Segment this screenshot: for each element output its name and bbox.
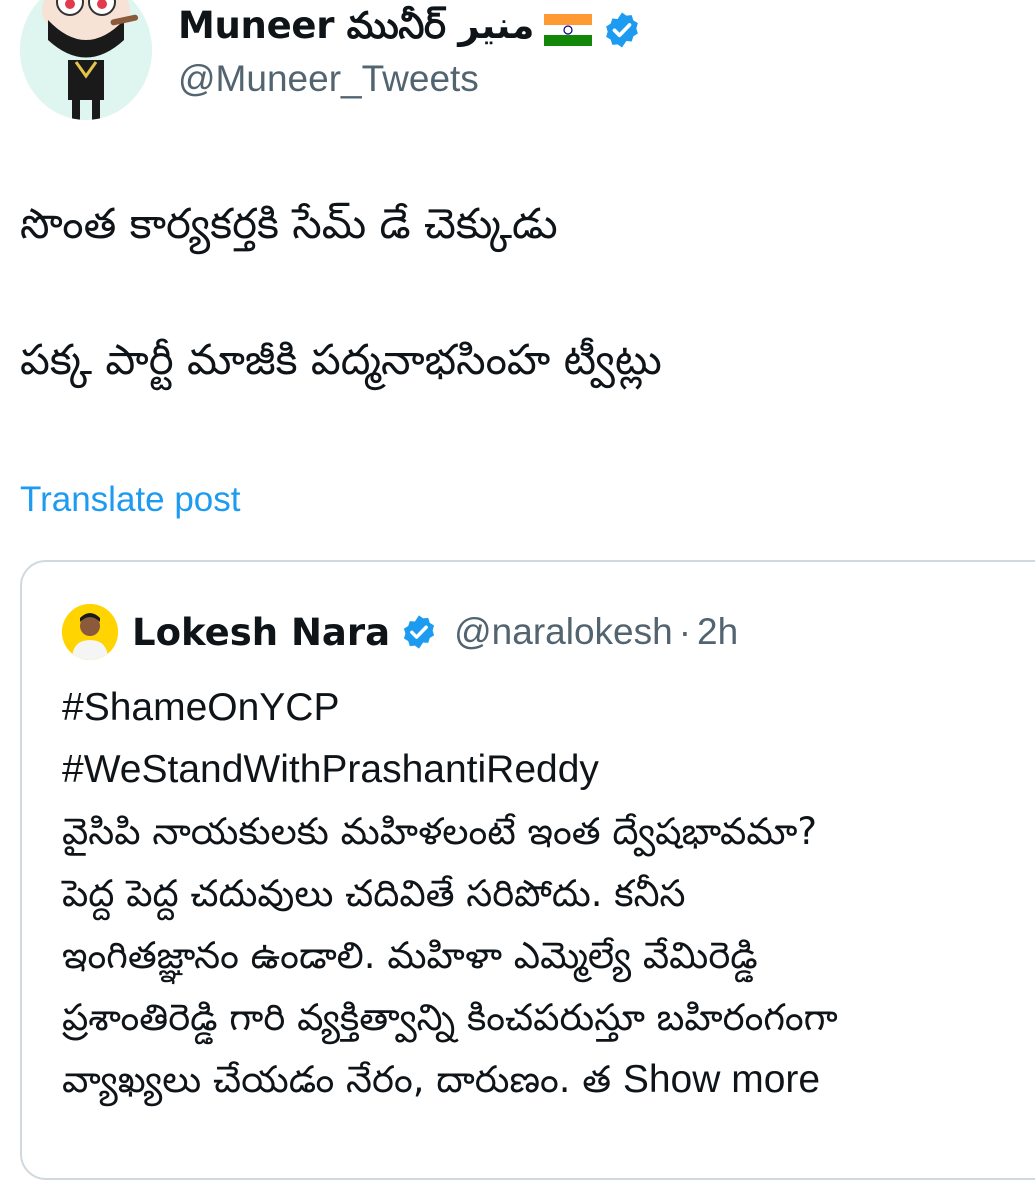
quoted-author-name[interactable]: Lokesh Nara bbox=[132, 611, 390, 654]
author-name-row: Muneer మునీర్ منیر bbox=[178, 4, 642, 56]
quoted-tweet-body: #ShameOnYCP #WeStandWithPrashantiReddy వ… bbox=[62, 677, 1035, 1111]
quoted-line-7-text: వ్యాఖ్యలు చేయడం నేరం, దారుణం. త bbox=[62, 1058, 612, 1101]
quoted-line-3: వైసిపి నాయకులకు మహిళలంటే ఇంత ద్వేషభావమా? bbox=[62, 810, 818, 853]
quoted-author-handle[interactable]: @naralokesh bbox=[454, 611, 673, 653]
hashtag-shameonycp[interactable]: #ShameOnYCP bbox=[62, 677, 1035, 739]
quoted-timestamp[interactable]: 2h bbox=[697, 611, 738, 653]
quoted-line-6: ప్రశాంతిరెడ్డి గారి వ్యక్తిత్వాన్ని కించ… bbox=[62, 996, 838, 1039]
author-avatar[interactable] bbox=[20, 0, 152, 120]
quoted-tweet-card[interactable]: Lokesh Nara @naralokesh · 2h #ShameOnYCP… bbox=[20, 560, 1035, 1180]
hashtag-westandwithprashantireddy[interactable]: #WeStandWithPrashantiReddy bbox=[62, 739, 1035, 801]
verified-badge-icon[interactable] bbox=[400, 613, 438, 651]
author-display-name[interactable]: Muneer మునీర్ منیر bbox=[178, 4, 535, 56]
quoted-line-4: పెద్ద పెద్ద చదువులు చదివితే సరిపోదు. కనీ… bbox=[62, 872, 686, 915]
author-handle[interactable]: @Muneer_Tweets bbox=[178, 58, 479, 100]
quoted-tweet-header: Lokesh Nara @naralokesh · 2h bbox=[62, 602, 738, 662]
tweet-line-1: సొంత కార్యకర్తకి సేమ్ డే చెక్కుడు bbox=[20, 199, 558, 248]
india-flag-icon bbox=[544, 14, 593, 46]
tweet-text: సొంత కార్యకర్తకి సేమ్ డే చెక్కుడు పక్క ప… bbox=[20, 195, 1010, 389]
translate-post-link[interactable]: Translate post bbox=[20, 480, 240, 520]
show-more-link[interactable]: Show more bbox=[623, 1058, 820, 1101]
quoted-author-avatar[interactable] bbox=[62, 604, 118, 660]
person-avatar-icon bbox=[62, 604, 118, 660]
quoted-line-5: ఇంగితజ్ఞానం ఉండాలి. మహిళా ఎమ్మెల్యే వేమి… bbox=[62, 934, 758, 977]
separator-dot: · bbox=[678, 611, 692, 652]
cartoon-avatar-icon bbox=[20, 0, 152, 120]
verified-badge-icon[interactable] bbox=[602, 10, 642, 50]
quoted-line-7: వ్యాఖ్యలు చేయడం నేరం, దారుణం. త Show mor… bbox=[62, 1049, 1035, 1111]
tweet-line-2: పక్క పార్టీ మాజీకి పద్మనాభసింహ ట్వీట్లు bbox=[20, 335, 662, 384]
